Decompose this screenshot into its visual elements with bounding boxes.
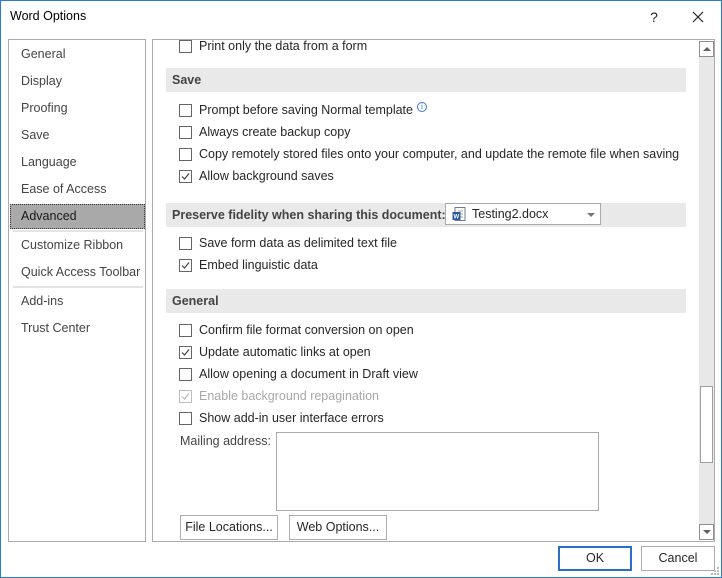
sidebar-item-display[interactable]: Display <box>10 69 145 94</box>
info-icon[interactable]: i <box>416 102 427 112</box>
option-always-backup[interactable]: Always create backup copy <box>179 122 350 142</box>
option-embed-linguistic-data[interactable]: Embed linguistic data <box>179 255 318 275</box>
file-locations-button[interactable]: File Locations... <box>180 515 278 540</box>
document-dropdown[interactable]: W Testing2.docx <box>445 203 601 225</box>
sidebar-divider <box>13 286 143 288</box>
option-label: Print only the data from a form <box>199 39 368 53</box>
checkmark-icon <box>181 392 190 400</box>
checkbox-checked[interactable] <box>179 169 192 183</box>
option-allow-background-saves[interactable]: Allow background saves <box>179 166 334 186</box>
option-label: Show add-in user interface errors <box>199 411 384 425</box>
option-label: Save form data as delimited text file <box>199 236 398 250</box>
sidebar-item-language[interactable]: Language <box>10 150 145 175</box>
checkbox-checked[interactable] <box>179 345 192 359</box>
sidebar-item-customize-ribbon[interactable]: Customize Ribbon <box>10 233 145 258</box>
chevron-down-icon[interactable] <box>582 207 600 221</box>
svg-text:W: W <box>454 214 460 220</box>
option-label: Copy remotely stored files onto your com… <box>199 147 680 161</box>
sidebar-item-quick-access-toolbar[interactable]: Quick Access Toolbar <box>10 260 145 285</box>
checkbox[interactable] <box>179 103 192 117</box>
dropdown-value: Testing2.docx <box>472 207 549 221</box>
sidebar-item-trust-center[interactable]: Trust Center <box>10 316 145 341</box>
checkbox[interactable] <box>179 236 192 250</box>
close-icon <box>692 11 704 23</box>
option-print-only-form-data[interactable]: Print only the data from a form <box>179 39 368 56</box>
sidebar-item-add-ins[interactable]: Add-ins <box>10 289 145 314</box>
cancel-button[interactable]: Cancel <box>641 546 715 571</box>
option-label: Enable background repagination <box>199 389 379 403</box>
checkbox-checked-disabled <box>179 389 192 403</box>
mailing-address-label: Mailing address: <box>180 434 272 448</box>
option-confirm-conversion[interactable]: Confirm file format conversion on open <box>179 320 414 340</box>
checkmark-icon <box>181 261 190 269</box>
checkbox[interactable] <box>179 40 192 53</box>
option-prompt-normal-template[interactable]: Prompt before saving Normal template i <box>179 100 427 120</box>
section-header-fidelity: Preserve fidelity when sharing this docu… <box>166 203 686 227</box>
option-addin-errors[interactable]: Show add-in user interface errors <box>179 408 384 428</box>
option-save-form-data[interactable]: Save form data as delimited text file <box>179 233 397 253</box>
scrollbar-thumb[interactable] <box>700 386 713 463</box>
checkbox[interactable] <box>179 411 192 425</box>
ok-button[interactable]: OK <box>558 546 632 571</box>
vertical-scrollbar[interactable] <box>699 41 714 540</box>
sidebar-item-ease-of-access[interactable]: Ease of Access <box>10 177 145 202</box>
option-label: Embed linguistic data <box>199 258 318 272</box>
checkbox[interactable] <box>179 125 192 139</box>
dialog-title: Word Options <box>10 9 87 23</box>
sidebar-divider <box>13 230 143 232</box>
option-update-links[interactable]: Update automatic links at open <box>179 342 371 362</box>
sidebar-item-save[interactable]: Save <box>10 123 145 148</box>
chevron-up-icon <box>703 47 711 51</box>
options-content-pane: Print only the data from a form Save Pro… <box>152 39 715 542</box>
option-copy-remote-files[interactable]: Copy remotely stored files onto your com… <box>179 144 679 164</box>
word-options-dialog: Word Options ? General Display Proofing … <box>0 0 722 578</box>
web-options-button[interactable]: Web Options... <box>289 515 387 540</box>
checkbox[interactable] <box>179 367 192 381</box>
checkmark-icon <box>181 172 190 180</box>
checkmark-icon <box>181 348 190 356</box>
title-bar: Word Options ? <box>1 1 721 33</box>
checkbox[interactable] <box>179 147 192 161</box>
sidebar-nav: General Display Proofing Save Language E… <box>8 39 146 542</box>
close-button[interactable] <box>685 4 711 30</box>
checkbox-checked[interactable] <box>179 258 192 272</box>
sidebar-item-proofing[interactable]: Proofing <box>10 96 145 121</box>
option-label: Allow background saves <box>199 169 334 183</box>
resize-grip-icon[interactable] <box>711 567 719 575</box>
option-label: Always create backup copy <box>199 125 351 139</box>
word-document-icon: W <box>452 206 466 222</box>
sidebar-item-general[interactable]: General <box>10 42 145 67</box>
mailing-address-input[interactable] <box>276 432 599 511</box>
section-header-save: Save <box>166 68 686 92</box>
sidebar-item-advanced[interactable]: Advanced <box>10 204 145 229</box>
scroll-down-button[interactable] <box>699 524 714 540</box>
option-label: Allow opening a document in Draft view <box>199 367 418 381</box>
help-button[interactable]: ? <box>641 4 667 30</box>
option-label: Confirm file format conversion on open <box>199 323 414 337</box>
section-header-general: General <box>166 289 686 313</box>
checkbox[interactable] <box>179 323 192 337</box>
option-label: Update automatic links at open <box>199 345 371 359</box>
chevron-down-icon <box>703 530 711 534</box>
option-draft-view[interactable]: Allow opening a document in Draft view <box>179 364 418 384</box>
option-background-repagination: Enable background repagination <box>179 386 379 406</box>
option-label: Prompt before saving Normal template <box>199 103 413 117</box>
scroll-up-button[interactable] <box>699 41 714 57</box>
